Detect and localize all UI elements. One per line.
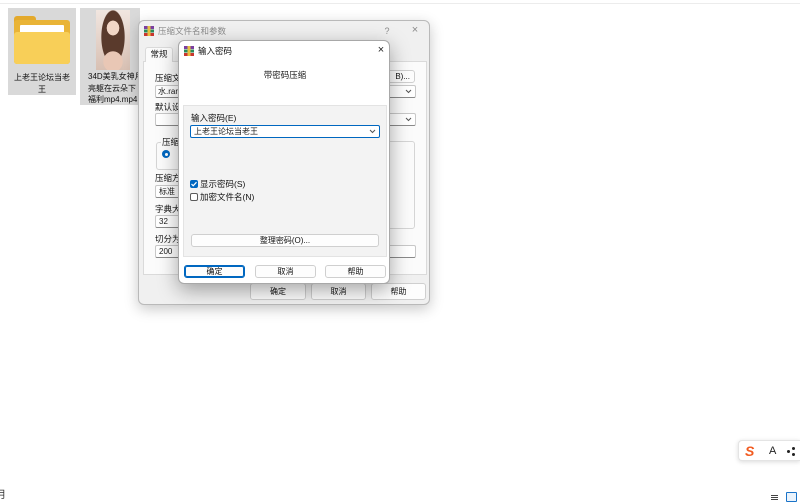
compression-method-value: 标准 [159,187,175,196]
help-button[interactable]: 帮助 [371,283,426,300]
dictionary-size-label: 字典大 [155,204,181,214]
enter-password-dialog: 输入密码 × 带密码压缩 输入密码(E) 上老王论坛当老王 显示密码(S) 加密… [178,40,390,284]
ime-toolbar: S A [738,440,800,461]
chevron-down-icon[interactable] [405,117,412,122]
screen-top-border [0,3,800,4]
folder-icon [14,16,70,64]
folder-label-line2: 王 [38,84,46,94]
cancel-button[interactable]: 取消 [311,283,366,300]
dialog-title: 压缩文件名和参数 [158,26,227,36]
close-button[interactable]: × [375,44,387,57]
menu-lines-icon[interactable] [771,494,778,501]
ime-mode-toggle[interactable]: A [769,444,776,458]
chevron-down-icon[interactable] [405,89,412,94]
dialog-title: 输入密码 [198,46,233,56]
tab-general[interactable]: 常规 [145,47,173,62]
show-password-checkbox[interactable] [190,180,198,188]
split-volumes-label: 切分为 [155,234,181,244]
close-button[interactable]: × [409,24,421,37]
sogou-logo-icon[interactable]: S [745,442,754,460]
video-thumbnail [96,10,130,70]
archive-name-label: 压缩文 [155,73,181,83]
profile-label: 默认设 [155,102,181,112]
desktop-video-item[interactable]: 34D美乳女神月 亮躯在云朵下 福利mp4.mp4 [80,8,143,105]
cancel-button[interactable]: 取消 [255,265,316,278]
dictionary-size-value: 32 [159,217,168,226]
taskbar-left-glyph: 月 [0,490,6,501]
video-label-line3: 福利mp4.mp4 [88,94,138,104]
desktop-folder-item[interactable]: 上老王论坛当老 王 [8,8,76,95]
encrypt-filenames-label[interactable]: 加密文件名(N) [200,192,254,202]
folder-label-line1: 上老王论坛当老 [14,72,70,82]
video-label-line2: 亮躯在云朵下 [88,83,136,93]
split-unit-dropdown[interactable] [387,245,416,258]
compression-method-label: 压缩方 [155,173,181,183]
archive-name-value: 水.rar [158,87,178,96]
winrar-icon [144,26,154,36]
encrypt-filenames-checkbox[interactable] [190,193,198,201]
help-title-button[interactable]: ? [383,25,391,37]
password-combobox[interactable]: 上老王论坛当老王 [190,125,380,138]
chevron-down-icon[interactable] [369,129,376,134]
video-label-line1: 34D美乳女神月 [88,71,143,81]
help-button[interactable]: 帮助 [325,265,386,278]
format-radio-selected[interactable] [162,150,170,158]
ok-button[interactable]: 确定 [184,265,245,278]
ok-button[interactable]: 确定 [250,283,306,300]
password-value: 上老王论坛当老王 [194,127,258,136]
winrar-icon [184,46,194,56]
dots-icon[interactable] [787,446,796,456]
dialog-header: 带密码压缩 [263,70,307,80]
window-square-icon[interactable] [786,492,797,502]
checkmark-icon [191,181,197,187]
split-volumes-value: 200 [159,247,173,256]
show-password-label[interactable]: 显示密码(S) [200,179,245,189]
password-label: 输入密码(E) [191,113,237,123]
organize-passwords-button[interactable]: 整理密码(O)... [191,234,379,247]
